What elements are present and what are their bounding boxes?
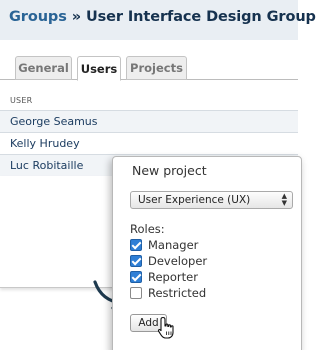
table-row[interactable]: George Seamus	[0, 111, 298, 132]
page-title: Groups » User Interface Design Group	[9, 9, 316, 25]
select-arrows-icon: ▲ ▼	[281, 192, 287, 207]
tab-general[interactable]: General	[15, 56, 72, 80]
role-developer[interactable]: Developer	[130, 253, 207, 268]
new-project-popup: New project User Experience (UX) ▲ ▼ Role…	[112, 156, 302, 350]
developer-checkbox[interactable]	[130, 254, 142, 267]
project-select-value: User Experience (UX)	[138, 194, 251, 206]
role-label: Manager	[148, 237, 199, 252]
popup-title: New project	[132, 163, 207, 178]
role-label: Developer	[148, 253, 208, 268]
users-panel-background	[0, 176, 122, 288]
hand-pointer-icon	[157, 316, 174, 339]
role-label: Reporter	[148, 269, 198, 284]
role-restricted[interactable]: Restricted	[130, 285, 206, 300]
group-title: User Interface Design Group	[85, 9, 316, 25]
role-manager[interactable]: Manager	[130, 237, 198, 252]
page-header: Groups » User Interface Design Group	[0, 0, 316, 40]
role-label: Restricted	[148, 285, 207, 300]
table-row[interactable]: Kelly Hrudey	[0, 133, 298, 154]
breadcrumb-groups-link[interactable]: Groups	[9, 9, 67, 25]
restricted-checkbox[interactable]	[130, 286, 142, 299]
tab-projects[interactable]: Projects	[126, 56, 187, 80]
breadcrumb-separator: »	[71, 9, 81, 25]
reporter-checkbox[interactable]	[130, 270, 142, 283]
tab-users[interactable]: Users	[77, 56, 121, 81]
manager-checkbox[interactable]	[130, 238, 142, 251]
project-select[interactable]: User Experience (UX) ▲ ▼	[130, 191, 293, 209]
column-header-user: USER	[10, 96, 33, 105]
roles-label: Roles:	[130, 222, 165, 236]
role-reporter[interactable]: Reporter	[130, 269, 198, 284]
